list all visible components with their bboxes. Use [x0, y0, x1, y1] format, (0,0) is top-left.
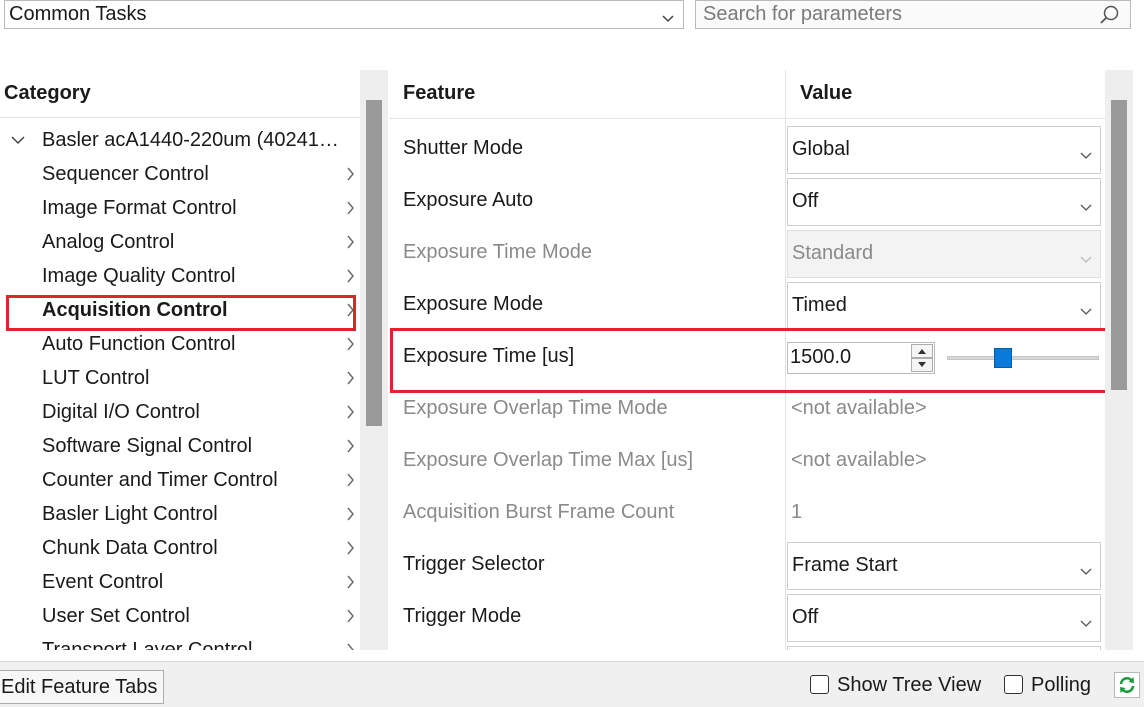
feature-grid: Feature Value Shutter Mode Global Exposu…	[389, 70, 1144, 650]
chevron-down-icon	[1080, 559, 1092, 582]
tree-item-event-control[interactable]: Event Control	[0, 565, 360, 599]
tree-root-camera[interactable]: Basler acA1440-220um (40241…	[0, 123, 360, 157]
chevron-right-icon	[346, 633, 356, 650]
tree-item-user-set-control[interactable]: User Set Control	[0, 599, 360, 633]
tree-item-label: Software Signal Control	[42, 435, 253, 457]
chevron-down-icon	[1080, 299, 1092, 322]
row-exposure-overlap-time-max: Exposure Overlap Time Max [us] <not avai…	[389, 436, 1105, 488]
row-partial	[389, 644, 1105, 650]
trigger-selector-select[interactable]: Frame Start	[787, 542, 1101, 590]
refresh-button[interactable]	[1114, 672, 1140, 698]
view-select[interactable]: Common Tasks	[4, 0, 684, 29]
tree-item-label: Image Format Control	[42, 197, 237, 219]
tree-item-auto-function-control[interactable]: Auto Function Control	[0, 327, 360, 361]
checkbox-label: Polling	[1031, 674, 1092, 696]
tree-item-label: Counter and Timer Control	[42, 469, 278, 491]
checkbox-label: Show Tree View	[837, 674, 982, 696]
view-select-value: Common Tasks	[9, 3, 147, 25]
feature-label: Exposure Auto	[403, 189, 534, 211]
search-box	[695, 0, 1131, 29]
search-icon[interactable]	[1099, 4, 1121, 32]
value-column-header[interactable]: Value	[800, 82, 852, 105]
tree-item-sequencer-control[interactable]: Sequencer Control	[0, 157, 360, 191]
select-value: Off	[792, 606, 819, 628]
search-input[interactable]	[696, 1, 1076, 28]
select-value: Off	[792, 190, 819, 212]
row-exposure-time-mode: Exposure Time Mode Standard	[389, 228, 1105, 280]
feature-label: Exposure Time Mode	[403, 241, 592, 263]
feature-value: <not available>	[791, 397, 927, 419]
feature-label: Trigger Mode	[403, 605, 522, 627]
feature-value: <not available>	[791, 449, 927, 471]
row-exposure-auto: Exposure Auto Off	[389, 176, 1105, 228]
tree-item-label: User Set Control	[42, 605, 190, 627]
feature-label: Exposure Overlap Time Mode	[403, 397, 668, 419]
tree-item-analog-control[interactable]: Analog Control	[0, 225, 360, 259]
feature-label: Exposure Overlap Time Max [us]	[403, 449, 694, 471]
tree-item-label: Event Control	[42, 571, 164, 593]
category-header: Category	[0, 70, 360, 118]
tree-item-label: LUT Control	[42, 367, 150, 389]
select-value: Timed	[792, 294, 847, 316]
show-tree-view-checkbox[interactable]: Show Tree View	[810, 674, 981, 697]
row-trigger-selector: Trigger Selector Frame Start	[389, 540, 1105, 592]
checkbox-box[interactable]	[1004, 675, 1023, 694]
select-value: Standard	[792, 242, 874, 264]
tree-item-image-quality-control[interactable]: Image Quality Control	[0, 259, 360, 293]
category-panel: Category Basler acA1440-220um (40241… Se…	[0, 70, 388, 650]
select-value: Frame Start	[792, 554, 898, 576]
exposure-time-mode-select: Standard	[787, 230, 1101, 278]
chevron-down-icon	[661, 7, 675, 30]
trigger-mode-select[interactable]: Off	[787, 594, 1101, 642]
checkbox-box[interactable]	[810, 675, 829, 694]
category-tree: Basler acA1440-220um (40241… Sequencer C…	[0, 123, 360, 650]
tree-item-label: Sequencer Control	[42, 163, 209, 185]
partial-select[interactable]	[787, 646, 1101, 650]
tree-item-label: Transport Layer Control	[42, 639, 253, 650]
feature-label: Acquisition Burst Frame Count	[403, 501, 675, 523]
chevron-down-icon	[1080, 143, 1092, 166]
selection-highlight	[6, 295, 356, 331]
tree-root-label: Basler acA1440-220um (40241…	[42, 129, 339, 151]
tree-item-basler-light-control[interactable]: Basler Light Control	[0, 497, 360, 531]
tree-item-image-format-control[interactable]: Image Format Control	[0, 191, 360, 225]
tree-item-digital-io-control[interactable]: Digital I/O Control	[0, 395, 360, 429]
tree-item-counter-timer-control[interactable]: Counter and Timer Control	[0, 463, 360, 497]
tree-item-transport-layer-control[interactable]: Transport Layer Control	[0, 633, 360, 650]
chevron-down-icon	[1080, 611, 1092, 634]
grid-scrollbar-thumb[interactable]	[1111, 100, 1127, 390]
tree-item-label: Auto Function Control	[42, 333, 236, 355]
feature-value: 1	[791, 501, 803, 523]
tree-item-label: Basler Light Control	[42, 503, 218, 525]
row-shutter-mode: Shutter Mode Global	[389, 124, 1105, 176]
tree-item-label: Digital I/O Control	[42, 401, 200, 423]
tree-item-label: Analog Control	[42, 231, 175, 253]
tree-item-chunk-data-control[interactable]: Chunk Data Control	[0, 531, 360, 565]
polling-checkbox[interactable]: Polling	[1004, 674, 1091, 697]
exposure-time-highlight	[390, 328, 1120, 393]
tree-item-label: Image Quality Control	[42, 265, 236, 287]
category-scrollbar-thumb[interactable]	[366, 100, 382, 426]
feature-label: Exposure Mode	[403, 293, 544, 315]
edit-feature-tabs-button[interactable]: Edit Feature Tabs	[0, 670, 165, 704]
feature-label: Shutter Mode	[403, 137, 524, 159]
select-value: Global	[792, 138, 850, 160]
feature-label: Trigger Selector	[403, 553, 545, 575]
tree-item-lut-control[interactable]: LUT Control	[0, 361, 360, 395]
tree-item-label: Chunk Data Control	[42, 537, 218, 559]
chevron-down-icon	[1080, 195, 1092, 218]
row-trigger-mode: Trigger Mode Off	[389, 592, 1105, 644]
row-acquisition-burst-frame-count: Acquisition Burst Frame Count 1	[389, 488, 1105, 540]
grid-header: Feature Value	[389, 70, 1105, 119]
exposure-auto-select[interactable]: Off	[787, 178, 1101, 226]
row-exposure-mode: Exposure Mode Timed	[389, 280, 1105, 332]
shutter-mode-select[interactable]: Global	[787, 126, 1101, 174]
feature-column-header[interactable]: Feature	[403, 82, 475, 105]
tree-item-software-signal-control[interactable]: Software Signal Control	[0, 429, 360, 463]
bottom-bar: Edit Feature Tabs Show Tree View Polling	[0, 661, 1144, 707]
chevron-down-icon	[1080, 247, 1092, 270]
exposure-mode-select[interactable]: Timed	[787, 282, 1101, 330]
